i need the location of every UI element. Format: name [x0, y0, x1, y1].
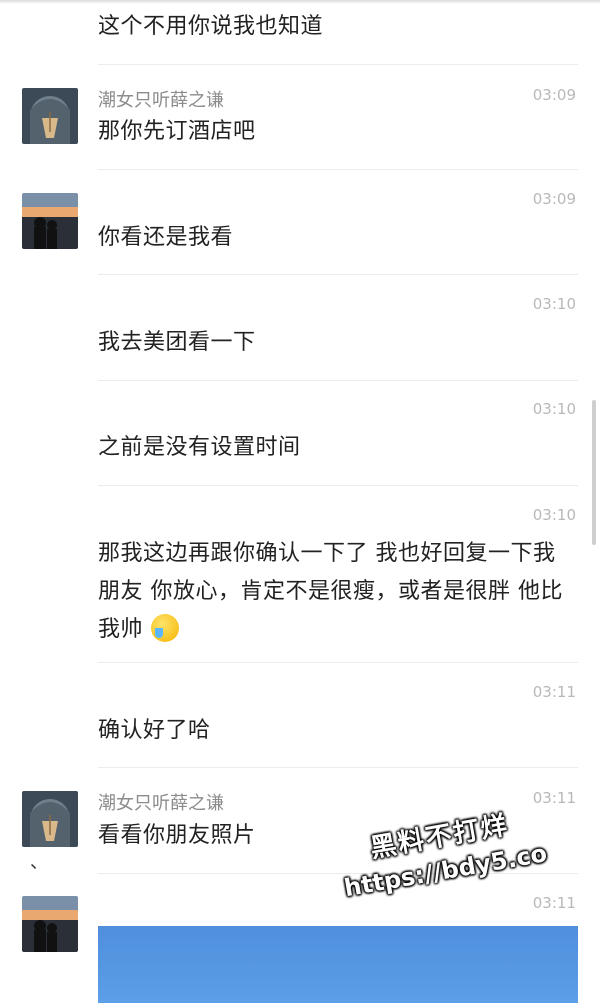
message-text[interactable]: 确认好了哈: [98, 712, 211, 750]
message-text[interactable]: 你看还是我看: [98, 219, 233, 257]
message-time: 03:11: [532, 789, 576, 807]
top-edge: [0, 0, 600, 4]
divider: [98, 767, 578, 768]
divider: [98, 169, 578, 170]
divider: [98, 485, 578, 486]
image-message-photo[interactable]: [98, 926, 578, 1003]
message-text[interactable]: 我去美团看一下: [98, 324, 256, 362]
message-text[interactable]: 之前是没有设置时间: [98, 429, 301, 467]
divider: [98, 64, 578, 65]
avatar-her[interactable]: [22, 791, 78, 847]
scrollbar[interactable]: [592, 400, 596, 545]
avatar-me[interactable]: [22, 193, 78, 249]
message-text-multiline[interactable]: 那我这边再跟你确认一下了 我也好回复一下我朋友 你放心，肯定不是很瘦，或者是很胖…: [98, 535, 568, 649]
sender-name: 潮女只听薛之谦: [98, 793, 224, 814]
message-time: 03:11: [532, 683, 576, 701]
message-text[interactable]: 看看你朋友照片: [98, 817, 256, 855]
message-time: 03:09: [532, 190, 576, 208]
message-time: 03:10: [532, 295, 576, 313]
avatar-me[interactable]: [22, 896, 78, 952]
message-text[interactable]: 那你先订酒店吧: [98, 113, 256, 151]
stray-mark: 、: [30, 852, 48, 873]
divider: [98, 380, 578, 381]
message-time: 03:09: [532, 86, 576, 104]
watermark: 黑料不打烊 https://bdy5.co: [336, 803, 550, 906]
divider: [98, 274, 578, 275]
message-time: 03:11: [532, 894, 576, 912]
message-time: 03:10: [532, 400, 576, 418]
avatar-her[interactable]: [22, 88, 78, 144]
message-time: 03:10: [532, 506, 576, 524]
message-text: 这个不用你说我也知道: [98, 14, 324, 39]
divider: [98, 662, 578, 663]
laughing-crying-emoji-icon: [150, 614, 179, 642]
sender-name: 潮女只听薛之谦: [98, 90, 224, 111]
